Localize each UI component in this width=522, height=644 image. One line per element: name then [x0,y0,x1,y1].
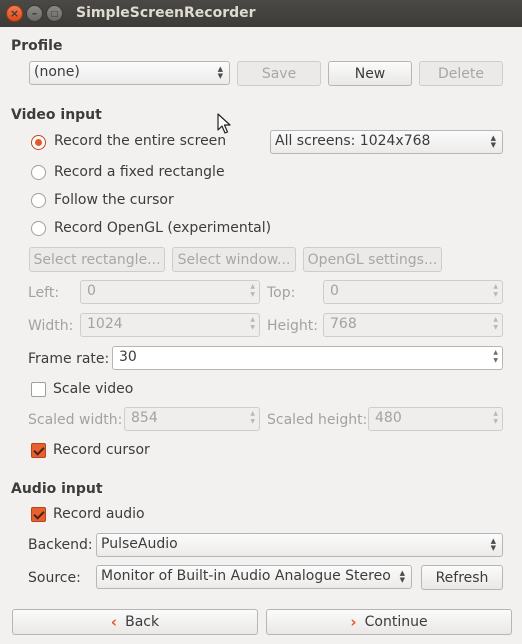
radio-follow-cursor[interactable] [31,193,46,208]
radio-entire-screen[interactable] [31,135,46,150]
spin-arrows-icon: ▲ ▼ [250,316,255,331]
video-section-title: Video input [11,107,102,123]
new-profile-button[interactable]: New [328,61,412,86]
updown-arrow-icon: ▲ ▼ [399,569,405,584]
chevron-right-icon: › [350,613,357,631]
framerate-value: 30 [119,349,137,365]
title-bar: × – □ SimpleScreenRecorder [0,0,522,27]
left-spinbox[interactable]: 0 ▲ ▼ [80,280,260,304]
width-spinbox[interactable]: 1024 ▲ ▼ [80,313,260,337]
minimize-icon: – [31,7,38,20]
record-audio-label[interactable]: Record audio [53,506,145,522]
screen-select[interactable]: All screens: 1024x768 ▲ ▼ [270,130,503,154]
width-value: 1024 [87,316,123,332]
profile-select[interactable]: (none) ▲ ▼ [29,61,230,85]
scaled-width-spinbox[interactable]: 854 ▲ ▼ [124,407,260,431]
opengl-settings-button[interactable]: OpenGL settings... [303,247,442,272]
mouse-pointer-icon [217,113,231,134]
top-value: 0 [330,283,339,299]
profile-section-title: Profile [11,38,63,54]
top-spinbox[interactable]: 0 ▲ ▼ [323,280,503,304]
framerate-label: Frame rate: [28,351,110,367]
chevron-left-icon: ‹ [110,613,118,631]
source-label: Source: [28,570,81,586]
minimize-window-button[interactable]: – [26,5,43,22]
updown-arrow-icon: ▲ ▼ [490,134,496,149]
spin-arrows-icon: ▲ ▼ [493,316,498,331]
scaled-height-label: Scaled height: [267,412,368,428]
profile-select-value: (none) [34,64,80,80]
back-button-label: Back [125,614,160,630]
source-select-value: Monitor of Built-in Audio Analogue Stere… [101,568,391,584]
select-rectangle-button[interactable]: Select rectangle... [29,247,165,272]
back-button[interactable]: ‹ Back [12,609,258,635]
scaled-width-value: 854 [131,410,158,426]
spin-arrows-icon: ▲ ▼ [250,283,255,298]
select-window-button[interactable]: Select window... [172,247,296,272]
delete-profile-button[interactable]: Delete [419,61,503,86]
close-icon: × [9,7,20,20]
scale-video-label[interactable]: Scale video [53,381,133,397]
scaled-height-value: 480 [375,410,402,426]
radio-fixed-rectangle-label[interactable]: Record a fixed rectangle [54,164,225,180]
scaled-width-label: Scaled width: [28,412,123,428]
spin-arrows-icon: ▲ ▼ [493,283,498,298]
framerate-spinbox[interactable]: 30 ▲ ▼ [112,346,503,370]
left-value: 0 [87,283,96,299]
radio-fixed-rectangle[interactable] [31,165,46,180]
source-select[interactable]: Monitor of Built-in Audio Analogue Stere… [96,565,412,589]
audio-section-title: Audio input [11,481,103,497]
maximize-window-button[interactable]: □ [46,5,63,22]
record-cursor-label[interactable]: Record cursor [53,442,150,458]
radio-follow-cursor-label[interactable]: Follow the cursor [54,192,174,208]
continue-button-label: Continue [364,614,428,630]
updown-arrow-icon: ▲ ▼ [490,537,496,552]
backend-select[interactable]: PulseAudio ▲ ▼ [96,533,503,557]
record-cursor-checkbox[interactable] [31,443,46,458]
close-window-button[interactable]: × [6,5,23,22]
scale-video-checkbox[interactable] [31,382,46,397]
radio-record-opengl[interactable] [31,221,46,236]
save-profile-button[interactable]: Save [237,61,321,86]
radio-record-opengl-label[interactable]: Record OpenGL (experimental) [54,220,271,236]
refresh-button[interactable]: Refresh [421,565,503,590]
continue-button[interactable]: › Continue [266,609,512,635]
width-label: Width: [28,318,74,334]
maximize-icon: □ [50,8,59,18]
screen-select-value: All screens: 1024x768 [275,133,431,149]
updown-arrow-icon: ▲ ▼ [217,65,223,80]
left-label: Left: [28,285,60,301]
height-spinbox[interactable]: 768 ▲ ▼ [323,313,503,337]
spin-arrows-icon: ▲ ▼ [493,349,498,364]
height-value: 768 [330,316,357,332]
backend-select-value: PulseAudio [101,536,178,552]
scaled-height-spinbox[interactable]: 480 ▲ ▼ [368,407,503,431]
spin-arrows-icon: ▲ ▼ [493,410,498,425]
radio-entire-screen-label[interactable]: Record the entire screen [54,133,226,149]
backend-label: Backend: [28,537,93,553]
record-audio-checkbox[interactable] [31,507,46,522]
top-label: Top: [267,285,296,301]
spin-arrows-icon: ▲ ▼ [250,410,255,425]
window-title: SimpleScreenRecorder [76,5,256,21]
height-label: Height: [267,318,318,334]
